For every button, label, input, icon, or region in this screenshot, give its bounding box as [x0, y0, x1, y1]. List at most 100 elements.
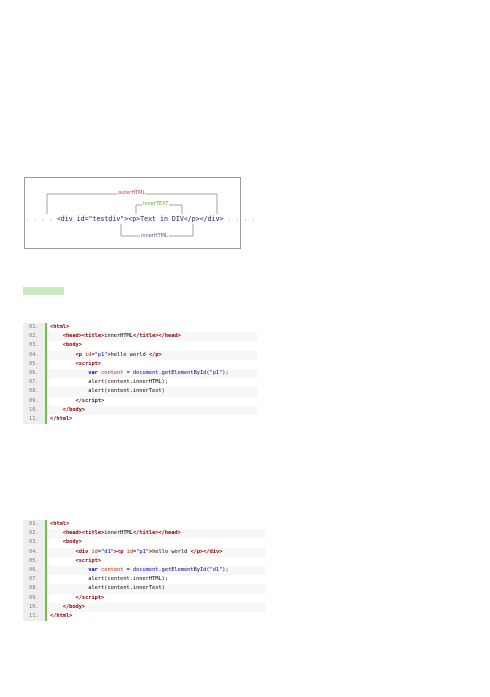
code-text: var content = document.getElementById("d… — [88, 566, 229, 573]
gutter-rule — [45, 593, 47, 603]
line-number: 10. — [23, 405, 45, 415]
code-line: 11. </html> — [23, 611, 266, 622]
code-text: var content = document.getElementById("p… — [88, 369, 229, 376]
code-text: <script> — [75, 557, 102, 564]
code-text: <html> — [50, 324, 70, 330]
code-text: <div id="d1"><p id="p1">hello world </p>… — [75, 548, 223, 555]
line-number: 01. — [23, 323, 45, 333]
code-line: 06. var content = document.getElementByI… — [23, 368, 257, 379]
dots-left: . . . . — [25, 215, 53, 223]
code-line: 09. </script> — [23, 396, 257, 406]
code-text: </html> — [50, 415, 73, 422]
diagram-code-text: <div id="testdiv"><p>Text in DIV</p></di… — [56, 215, 224, 223]
innertext-label: innerTEXT — [142, 201, 170, 207]
code-text: <html> — [50, 521, 70, 527]
code-line: 10. </body> — [23, 405, 257, 415]
line-number: 01. — [23, 520, 45, 530]
html-properties-diagram: outerHTML innerTEXT innerHTML . . . . <d… — [24, 177, 255, 249]
code-line: 09. </script> — [23, 593, 266, 603]
gutter-rule — [45, 341, 47, 351]
gutter-rule — [45, 414, 47, 425]
diagram-brackets — [46, 193, 218, 237]
code-line: 11. </html> — [23, 414, 257, 425]
gutter-rule — [45, 556, 47, 566]
code-text: alert(content.innerHTML); — [88, 379, 169, 386]
gutter-rule — [45, 396, 47, 406]
gutter-rule — [45, 323, 47, 333]
code-text: </html> — [50, 612, 73, 619]
gutter-rule — [45, 387, 47, 397]
innerhtml-label: innerHTML — [140, 233, 169, 239]
code-block-1: 01. <html> 02. <head><title>innerHTML</tit… — [23, 323, 257, 425]
code-text: <script> — [75, 360, 102, 367]
code-line: 01. <html> — [23, 520, 266, 530]
line-number: 10. — [23, 602, 45, 612]
line-number: 09. — [23, 593, 45, 603]
code-text: <head><title>innerHTML</title></head> — [62, 333, 181, 340]
gutter-rule — [45, 368, 47, 379]
gutter-rule — [45, 332, 47, 342]
gutter-rule — [45, 575, 47, 585]
line-number: 02. — [23, 332, 45, 342]
code-text: </body> — [62, 603, 86, 610]
gutter-rule — [45, 538, 47, 548]
line-number: 04. — [23, 547, 45, 557]
code-line: 10. </body> — [23, 602, 266, 612]
line-number: 03. — [23, 341, 45, 351]
line-number: 04. — [23, 350, 45, 360]
code-text: <p id="p1">hello world </p> — [75, 351, 162, 358]
code-line: 02. <head><title>innerHTML</title></head… — [23, 332, 257, 342]
dots-right: . . . . — [227, 215, 256, 223]
gutter-rule — [45, 565, 47, 576]
gutter-rule — [45, 529, 47, 539]
code-text: </script> — [75, 397, 105, 404]
gutter-rule — [45, 520, 47, 530]
code-line: 08. alert(content.innerText) — [23, 387, 257, 397]
line-number: 08. — [23, 584, 45, 594]
code-text: alert(content.innerText) — [88, 388, 165, 395]
code-line: 07. alert(content.innerHTML); — [23, 575, 266, 585]
diagram-code-line: . . . . <div id="testdiv"><p>Text in DIV… — [25, 215, 255, 223]
gutter-rule — [45, 547, 47, 557]
code-line: 04. <p id="p1">hello world </p> — [23, 350, 257, 360]
code-line: 06. var content = document.getElementByI… — [23, 565, 266, 576]
line-number: 02. — [23, 529, 45, 539]
gutter-rule — [45, 378, 47, 388]
highlight-bar — [23, 287, 64, 295]
line-number: 09. — [23, 396, 45, 406]
code-line: 04. <div id="d1"><p id="p1">hello world … — [23, 547, 266, 557]
line-number: 07. — [23, 378, 45, 388]
code-text: <body> — [62, 539, 82, 546]
line-number: 06. — [23, 368, 45, 379]
gutter-rule — [45, 611, 47, 622]
code-line: 05. <script> — [23, 359, 257, 369]
code-line: 03. <body> — [23, 538, 266, 548]
line-number: 11. — [23, 414, 45, 425]
code-block-2: 01. <html> 02. <head><title>innerHTML</tit… — [23, 520, 266, 622]
code-text: </body> — [62, 406, 86, 413]
gutter-rule — [45, 405, 47, 415]
gutter-rule — [45, 350, 47, 360]
code-line: 08. alert(content.innerText) — [23, 584, 266, 594]
code-text: alert(content.innerText) — [88, 585, 165, 592]
code-text: </script> — [75, 594, 105, 601]
gutter-rule — [45, 584, 47, 594]
gutter-rule — [45, 602, 47, 612]
gutter-rule — [45, 359, 47, 369]
code-line: 02. <head><title>innerHTML</title></head… — [23, 529, 266, 539]
code-line: 03. <body> — [23, 341, 257, 351]
code-line: 07. alert(content.innerHTML); — [23, 378, 257, 388]
code-text: <head><title>innerHTML</title></head> — [62, 530, 181, 537]
code-text: <body> — [62, 342, 82, 349]
code-line: 05. <script> — [23, 556, 266, 566]
line-number: 06. — [23, 565, 45, 576]
code-line: 01. <html> — [23, 323, 257, 333]
outerhtml-label: outerHTML — [117, 190, 147, 196]
line-number: 05. — [23, 359, 45, 369]
line-number: 11. — [23, 611, 45, 622]
code-text: alert(content.innerHTML); — [88, 576, 169, 583]
line-number: 05. — [23, 556, 45, 566]
line-number: 08. — [23, 387, 45, 397]
line-number: 07. — [23, 575, 45, 585]
line-number: 03. — [23, 538, 45, 548]
